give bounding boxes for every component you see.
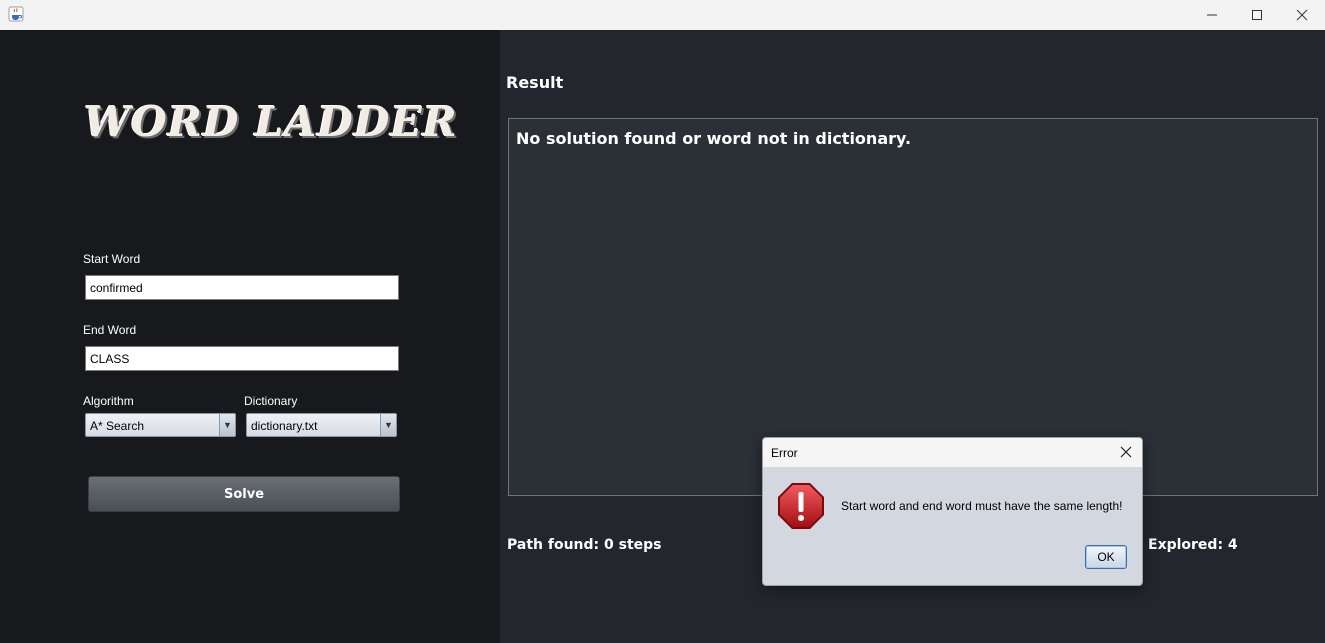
start-word-input[interactable]	[85, 275, 399, 300]
close-window-button[interactable]	[1279, 0, 1325, 30]
chevron-down-icon[interactable]: ▼	[380, 414, 396, 436]
algorithm-selected-value: A* Search	[90, 419, 145, 433]
chevron-down-icon[interactable]: ▼	[219, 414, 235, 436]
window-titlebar	[0, 0, 1325, 30]
java-cup-icon	[8, 6, 24, 22]
maximize-icon	[1252, 10, 1262, 20]
solve-button[interactable]: Solve	[88, 476, 400, 512]
app-logo: WORD LADDER	[84, 98, 458, 146]
algorithm-label: Algorithm	[83, 394, 134, 408]
end-word-label: End Word	[83, 323, 137, 337]
dialog-title: Error	[771, 446, 798, 460]
result-message: No solution found or word not in diction…	[516, 129, 912, 148]
minimize-icon	[1207, 14, 1217, 16]
algorithm-select[interactable]: A* Search ▼	[85, 413, 236, 437]
start-word-label: Start Word	[83, 252, 141, 266]
error-stop-icon	[778, 483, 824, 529]
path-found-status: Path found: 0 steps	[507, 537, 662, 553]
close-icon	[1296, 9, 1308, 21]
minimize-button[interactable]	[1189, 0, 1235, 30]
explored-status: Explored: 4	[1148, 537, 1238, 553]
maximize-button[interactable]	[1234, 0, 1280, 30]
dialog-close-button[interactable]	[1118, 444, 1134, 460]
dictionary-select[interactable]: dictionary.txt ▼	[246, 413, 397, 437]
dictionary-selected-value: dictionary.txt	[251, 419, 318, 433]
close-icon	[1120, 446, 1132, 458]
result-title: Result	[506, 73, 564, 92]
ok-button[interactable]: OK	[1085, 545, 1127, 569]
dialog-titlebar: Error	[763, 438, 1142, 467]
end-word-input[interactable]	[85, 346, 399, 371]
dictionary-label: Dictionary	[244, 394, 298, 408]
dialog-message: Start word and end word must have the sa…	[841, 499, 1123, 513]
error-dialog: Error Start word and end word must have …	[762, 437, 1143, 586]
